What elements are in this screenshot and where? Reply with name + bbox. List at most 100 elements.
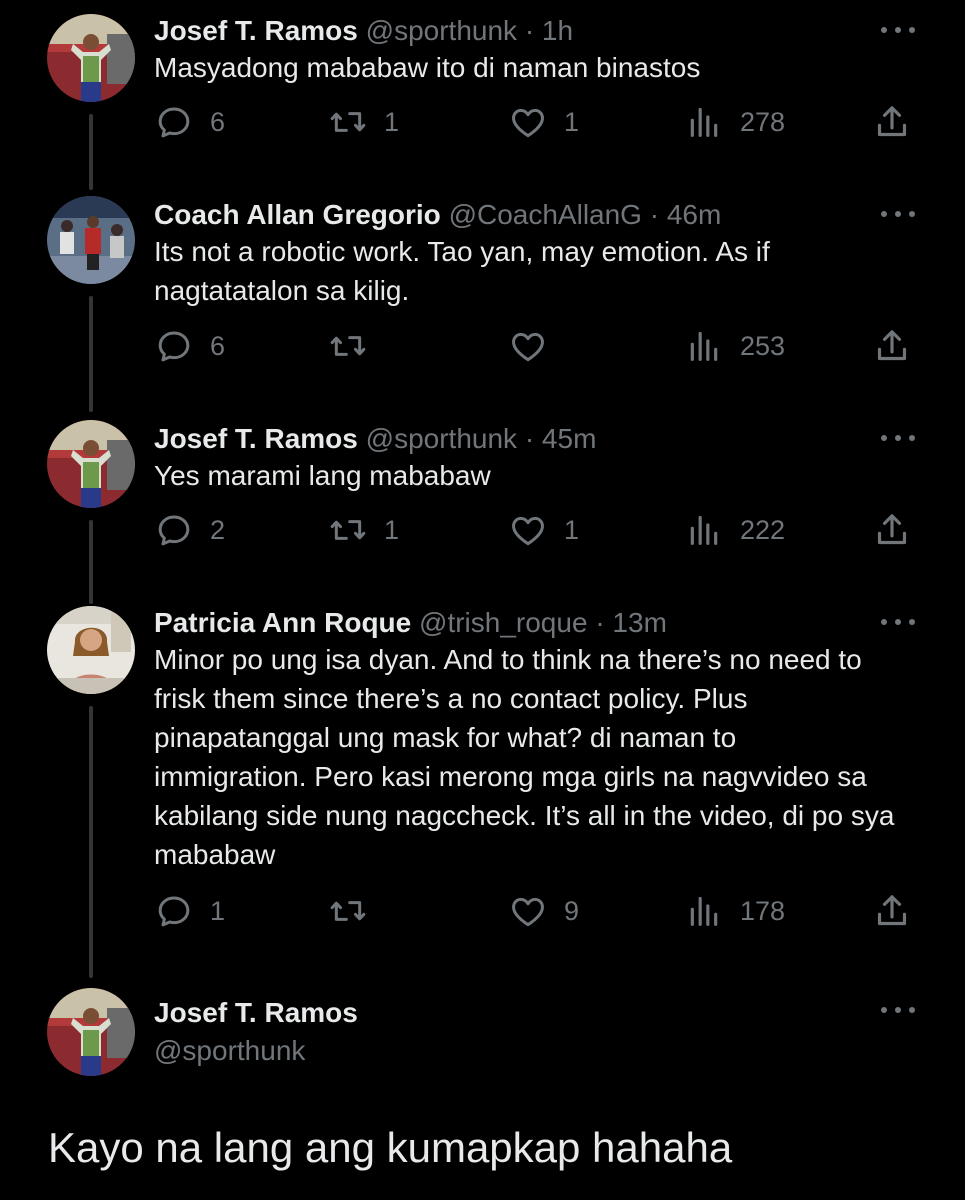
tweet-header: Patricia Ann Roque @trish_roque · 13m	[154, 606, 905, 640]
retweet-icon	[328, 510, 368, 550]
display-name[interactable]: Coach Allan Gregorio	[154, 199, 441, 230]
share-button[interactable]	[872, 508, 912, 552]
separator-dot: ·	[649, 199, 660, 230]
display-name[interactable]: Josef T. Ramos	[154, 423, 358, 454]
reply-button[interactable]: 6	[154, 100, 225, 144]
retweet-icon	[328, 326, 368, 366]
like-count: 9	[564, 895, 580, 926]
like-button[interactable]: 1	[508, 100, 579, 144]
share-icon	[872, 326, 912, 366]
thread-line	[89, 706, 93, 978]
like-button[interactable]: 9	[508, 889, 579, 933]
views-button[interactable]: 278	[684, 100, 785, 144]
avatar-patricia[interactable]	[47, 606, 135, 694]
tweet-actions: 6 1 1 278	[154, 100, 915, 144]
timestamp[interactable]: 45m	[542, 423, 596, 454]
reply-icon	[154, 102, 194, 142]
reply-button[interactable]: 2	[154, 508, 225, 552]
user-handle[interactable]: @sporthunk	[366, 15, 517, 46]
heart-icon	[508, 510, 548, 550]
tweet-actions: 1 9 178	[154, 889, 915, 933]
like-button[interactable]	[508, 324, 564, 368]
timestamp[interactable]: 1h	[542, 15, 573, 46]
heart-icon	[508, 326, 548, 366]
user-handle[interactable]: @sporthunk	[154, 1034, 305, 1068]
reply-button[interactable]: 1	[154, 889, 225, 933]
share-button[interactable]	[872, 100, 912, 144]
reply-count: 1	[210, 895, 226, 926]
timestamp[interactable]: 13m	[612, 607, 666, 638]
views-button[interactable]: 222	[684, 508, 785, 552]
thread-line	[89, 296, 93, 412]
view-count: 278	[740, 106, 786, 137]
reply-thread: Josef T. Ramos @sporthunk · 1h Masyadong…	[0, 0, 965, 1200]
tweet-coach-allan[interactable]: Coach Allan Gregorio @CoachAllanG · 46m …	[0, 190, 965, 416]
user-handle[interactable]: @trish_roque	[419, 607, 588, 638]
views-button[interactable]: 253	[684, 324, 785, 368]
retweet-button[interactable]: 1	[328, 100, 399, 144]
view-count: 222	[740, 514, 786, 545]
separator-dot: ·	[595, 607, 605, 638]
avatar-coach-image	[47, 196, 135, 284]
tweet-text: Minor po ung isa dyan. And to think na t…	[154, 644, 895, 870]
share-icon	[872, 102, 912, 142]
avatar-josef[interactable]	[47, 14, 135, 102]
more-options-icon[interactable]	[881, 428, 915, 448]
share-button[interactable]	[872, 889, 912, 933]
reply-count: 2	[210, 514, 226, 545]
reply-button[interactable]: 6	[154, 324, 225, 368]
display-name[interactable]: Josef T. Ramos	[154, 15, 358, 46]
retweet-icon	[328, 891, 368, 931]
retweet-count: 1	[384, 106, 400, 137]
views-button[interactable]: 178	[684, 889, 785, 933]
tweet-josef-1[interactable]: Josef T. Ramos @sporthunk · 1h Masyadong…	[0, 6, 965, 190]
share-icon	[872, 510, 912, 550]
reply-icon	[154, 510, 194, 550]
views-chart-icon	[684, 510, 724, 550]
avatar-josef-image	[47, 420, 135, 508]
heart-icon	[508, 102, 548, 142]
more-options-icon[interactable]	[881, 20, 915, 40]
reply-icon	[154, 326, 194, 366]
retweet-icon	[328, 102, 368, 142]
retweet-button[interactable]: 1	[328, 508, 399, 552]
more-options-icon[interactable]	[881, 204, 915, 224]
avatar-patricia-image	[47, 606, 135, 694]
views-chart-icon	[684, 102, 724, 142]
share-button[interactable]	[872, 324, 912, 368]
tweet-text: Yes marami lang mababaw	[154, 460, 491, 491]
avatar-josef[interactable]	[47, 988, 135, 1076]
focused-tweet-text: Kayo na lang ang kumapkap hahaha	[48, 1124, 733, 1171]
user-handle[interactable]: @sporthunk	[366, 423, 517, 454]
user-handle[interactable]: @CoachAllanG	[449, 199, 642, 230]
avatar-josef-image	[47, 14, 135, 102]
share-icon	[872, 891, 912, 931]
more-options-icon[interactable]	[881, 612, 915, 632]
display-name[interactable]: Josef T. Ramos	[154, 996, 358, 1030]
tweet-josef-2[interactable]: Josef T. Ramos @sporthunk · 45m Yes mara…	[0, 414, 965, 604]
thread-line	[89, 114, 93, 190]
tweet-header: Coach Allan Gregorio @CoachAllanG · 46m	[154, 198, 905, 232]
separator-dot: ·	[524, 423, 535, 454]
retweet-count: 1	[384, 514, 400, 545]
tweet-actions: 6 253	[154, 324, 915, 368]
like-button[interactable]: 1	[508, 508, 579, 552]
separator-dot: ·	[524, 15, 535, 46]
avatar-josef[interactable]	[47, 420, 135, 508]
display-name[interactable]: Patricia Ann Roque	[154, 607, 411, 638]
tweet-actions: 2 1 1 222	[154, 508, 915, 552]
view-count: 178	[740, 895, 786, 926]
retweet-button[interactable]	[328, 324, 384, 368]
more-options-icon[interactable]	[881, 1000, 915, 1020]
thread-line	[89, 520, 93, 604]
views-chart-icon	[684, 891, 724, 931]
tweet-header: Josef T. Ramos @sporthunk · 45m	[154, 422, 905, 456]
views-chart-icon	[684, 326, 724, 366]
heart-icon	[508, 891, 548, 931]
timestamp[interactable]: 46m	[667, 199, 721, 230]
tweet-patricia[interactable]: Patricia Ann Roque @trish_roque · 13m Mi…	[0, 598, 965, 980]
view-count: 253	[740, 330, 786, 361]
retweet-button[interactable]	[328, 889, 384, 933]
reply-icon	[154, 891, 194, 931]
avatar-coach-allan[interactable]	[47, 196, 135, 284]
